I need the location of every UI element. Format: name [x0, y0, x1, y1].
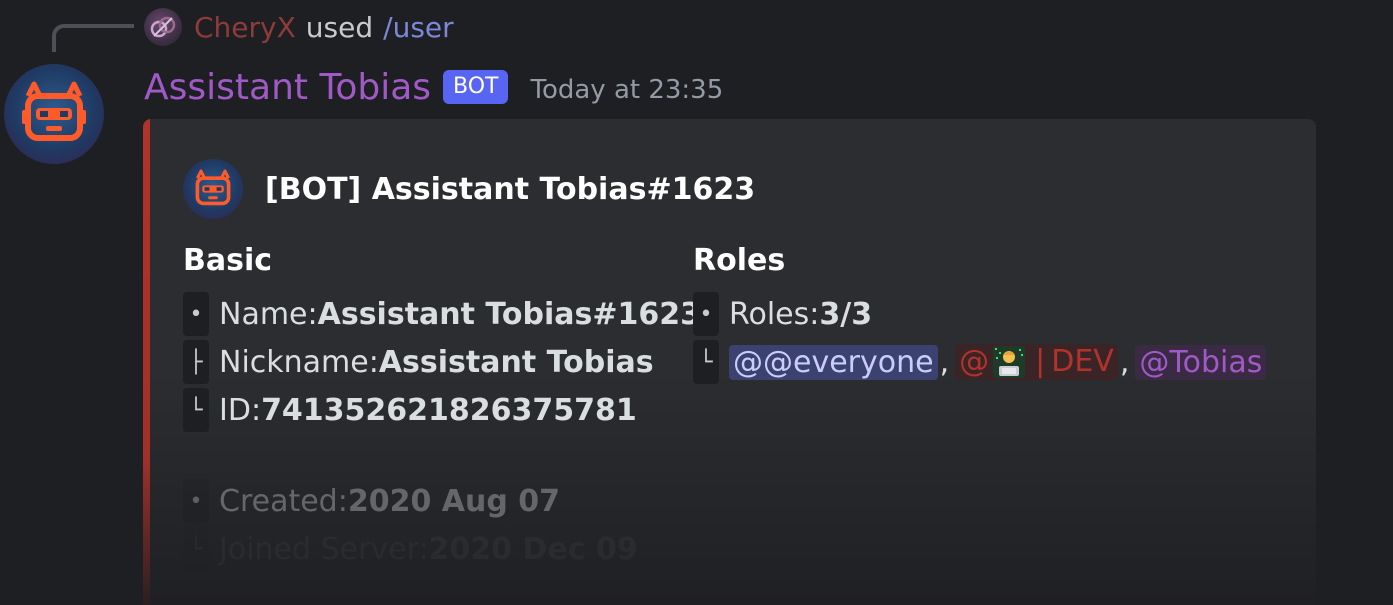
reply-command[interactable]: /user	[383, 11, 454, 44]
role-separator: ,	[939, 344, 950, 380]
tree-end-marker: └	[183, 388, 209, 432]
field-line-created: • Created: 2020 Aug 07	[183, 477, 638, 525]
role-mention-dev[interactable]: @ | DEV	[955, 343, 1118, 381]
joined-value: 2020 Dec 09	[429, 532, 638, 567]
author-name[interactable]: Assistant Tobias	[144, 67, 431, 108]
roles-count-value: 3/3	[819, 296, 873, 332]
reply-connector	[52, 24, 134, 52]
role-mention-everyone[interactable]: @@everyone	[729, 344, 938, 380]
bullet-marker: •	[183, 479, 209, 523]
created-label: Created:	[219, 483, 348, 519]
tree-marker: ├	[183, 340, 209, 384]
reply-used-text: used	[305, 10, 374, 44]
user-info-embed: [BOT] Assistant Tobias#1623 Basic • Name…	[143, 119, 1316, 605]
field-line-roles-list: └ @@everyone , @ | DEV , @Tobias	[693, 338, 1267, 386]
faded-field-lines: • Created: 2020 Aug 07 └ Joined Server: …	[183, 477, 638, 573]
field-basic: Basic • Name: Assistant Tobias#1623 ├ Ni…	[183, 243, 701, 434]
dev-role-prefix: @	[959, 343, 990, 379]
name-label: Name:	[219, 296, 318, 332]
embed-author-name: [BOT] Assistant Tobias#1623	[265, 171, 756, 207]
nickname-label: Nickname:	[219, 344, 379, 380]
roles-label: Roles:	[729, 296, 820, 332]
bullet-marker: •	[183, 292, 209, 336]
discord-message-view: CheryX used /user Assistant Tobias BOT T…	[0, 0, 1393, 605]
message-header: Assistant Tobias BOT Today at 23:35	[144, 62, 723, 112]
role-mention-tobias[interactable]: @Tobias	[1135, 344, 1267, 380]
message-timestamp[interactable]: Today at 23:35	[530, 69, 723, 105]
id-value: 741352621826375781	[261, 392, 637, 428]
reply-avatar-icon[interactable]	[144, 8, 182, 46]
dev-role-name: DEV	[1051, 343, 1114, 379]
developer-emoji-icon	[993, 346, 1026, 379]
field-title-basic: Basic	[183, 243, 273, 278]
created-value: 2020 Aug 07	[347, 483, 561, 519]
tree-end-marker: └	[693, 340, 719, 384]
nickname-value: Assistant Tobias	[378, 344, 654, 380]
reply-username[interactable]: CheryX	[194, 11, 296, 44]
bullet-marker: •	[693, 292, 719, 336]
reply-reference[interactable]: CheryX used /user	[144, 6, 454, 48]
name-value: Assistant Tobias#1623	[317, 296, 702, 332]
role-separator: ,	[1119, 344, 1130, 380]
field-line-name: • Name: Assistant Tobias#1623	[183, 290, 701, 338]
robot-avatar-icon[interactable]	[4, 64, 104, 164]
embed-author-icon	[183, 159, 243, 219]
field-line-id: └ ID: 741352621826375781	[183, 386, 701, 434]
field-line-nickname: ├ Nickname: Assistant Tobias	[183, 338, 701, 386]
embed-accent-bar	[143, 119, 150, 605]
id-label: ID:	[219, 392, 262, 428]
joined-label: Joined Server:	[219, 532, 429, 567]
dev-role-bar: |	[1035, 343, 1046, 379]
field-roles: Roles • Roles: 3/3 └ @@everyone , @ | DE…	[693, 243, 1267, 386]
field-line-joined: └ Joined Server: 2020 Dec 09	[183, 525, 638, 573]
tree-end-marker: └	[183, 527, 209, 571]
field-title-roles: Roles	[693, 243, 786, 278]
field-line-roles-count: • Roles: 3/3	[693, 290, 1266, 338]
bot-tag: BOT	[443, 70, 509, 104]
embed-author: [BOT] Assistant Tobias#1623	[183, 159, 755, 219]
